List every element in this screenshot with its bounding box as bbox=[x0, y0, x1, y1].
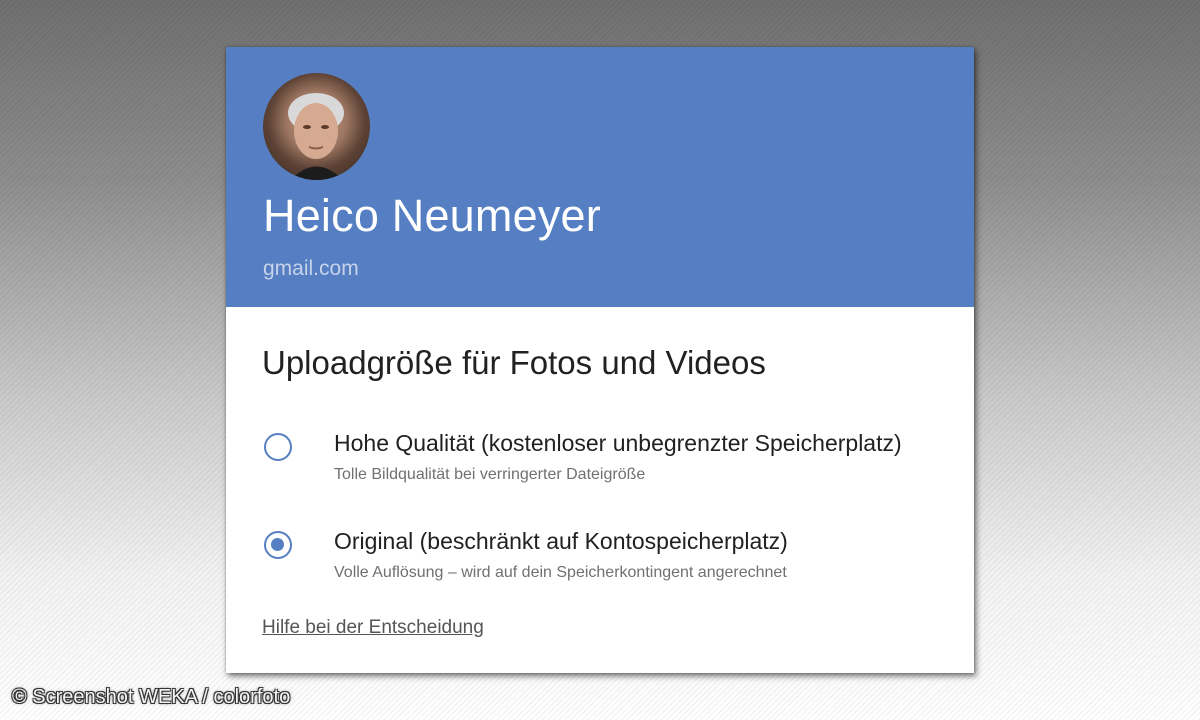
radio-high-quality[interactable] bbox=[264, 433, 292, 461]
option-high-quality-label[interactable]: Hohe Qualität (kostenloser unbegrenzter … bbox=[334, 430, 902, 457]
account-name: Heico Neumeyer bbox=[263, 190, 601, 241]
copyright-credit: © Screenshot WEKA / colorfoto bbox=[12, 686, 291, 708]
account-header: Heico Neumeyer gmail.com bbox=[226, 47, 974, 307]
avatar bbox=[263, 73, 370, 180]
radio-original[interactable] bbox=[264, 531, 292, 559]
help-link[interactable]: Hilfe bei der Entscheidung bbox=[262, 617, 484, 639]
upload-size-dialog: Heico Neumeyer gmail.com Uploadgröße für… bbox=[226, 47, 974, 673]
dialog-title: Uploadgröße für Fotos und Videos bbox=[262, 344, 766, 381]
option-original-description: Volle Auflösung – wird auf dein Speicher… bbox=[334, 564, 787, 581]
option-high-quality-description: Tolle Bildqualität bei verringerter Date… bbox=[334, 466, 646, 483]
avatar-photo bbox=[288, 93, 344, 180]
option-original-label[interactable]: Original (beschränkt auf Kontospeicherpl… bbox=[334, 528, 788, 555]
account-email: gmail.com bbox=[263, 257, 359, 280]
